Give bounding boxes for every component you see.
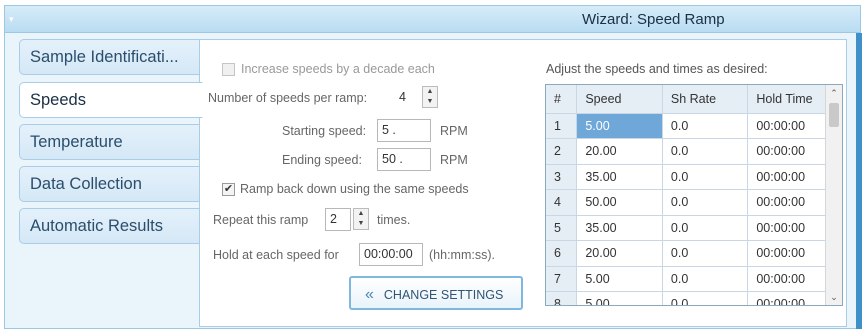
ending-speed-input[interactable]: 50 .	[377, 148, 431, 171]
hold-suffix: (hh:mm:ss).	[429, 248, 495, 262]
sh-rate-cell[interactable]: 0.0	[662, 240, 749, 267]
speed-cell[interactable]: 5.00	[576, 113, 663, 139]
sh-rate-cell[interactable]: 0.0	[662, 189, 749, 216]
table-row[interactable]: 2 20.00 0.0 00:00:00	[546, 138, 842, 165]
speed-cell[interactable]: 5.00	[576, 266, 663, 292]
table-row[interactable]: 4 50.00 0.0 00:00:00	[546, 189, 842, 216]
num-speeds-input[interactable]: 4	[394, 86, 420, 109]
window-title: Wizard: Speed Ramp	[582, 11, 725, 28]
repeat-label: Repeat this ramp	[213, 213, 309, 227]
repeat-input[interactable]: 2	[325, 208, 351, 231]
starting-speed-input[interactable]: 5 .	[377, 119, 431, 142]
ending-speed-label: Ending speed:	[282, 153, 362, 167]
hold-time-input[interactable]: 00:00:00	[359, 243, 423, 266]
table-row[interactable]: 1 5.00 0.0 00:00:00	[546, 113, 842, 139]
row-number-cell: 1	[546, 113, 578, 139]
tab-label: Data Collection	[30, 175, 142, 193]
num-speeds-stepper[interactable]: ▲ ▼	[422, 86, 438, 108]
scroll-down-icon[interactable]: ⌄	[826, 289, 842, 305]
sh-rate-cell[interactable]: 0.0	[662, 266, 749, 292]
speed-cell[interactable]: 35.00	[576, 164, 663, 190]
sh-rate-cell[interactable]: 0.0	[662, 291, 749, 305]
sh-rate-cell[interactable]: 0.0	[662, 113, 749, 139]
change-settings-label: CHANGE SETTINGS	[383, 288, 504, 302]
starting-speed-label: Starting speed:	[282, 124, 367, 138]
table-row[interactable]: 3 35.00 0.0 00:00:00	[546, 164, 842, 190]
title-bar: ▾ Wizard: Speed Ramp	[4, 5, 861, 33]
tab-label: Automatic Results	[30, 217, 163, 235]
speed-table: # Speed Sh Rate Hold Time 1 5.00 0.0 00:00:…	[545, 84, 843, 306]
ramp-back-checkbox[interactable]: ✔	[222, 183, 235, 196]
table-row[interactable]: 6 20.00 0.0 00:00:00	[546, 240, 842, 267]
ramp-back-label: Ramp back down using the same speeds	[240, 182, 469, 196]
row-number-cell: 7	[546, 266, 578, 292]
decade-checkbox-label: Increase speeds by a decade each	[241, 62, 435, 76]
row-number-cell: 5	[546, 215, 578, 241]
change-settings-button[interactable]: « CHANGE SETTINGS	[349, 276, 523, 310]
double-chevron-left-icon: «	[365, 286, 374, 303]
hold-label: Hold at each speed for	[213, 248, 339, 262]
column-header-number[interactable]: #	[546, 85, 578, 114]
table-header-row: # Speed Sh Rate Hold Time	[546, 85, 842, 114]
table-scrollbar[interactable]: ⌃ ⌄	[825, 85, 842, 305]
window-menu-icon[interactable]: ▾	[9, 15, 15, 24]
table-row[interactable]: 7 5.00 0.0 00:00:00	[546, 266, 842, 292]
speed-cell[interactable]: 35.00	[576, 215, 663, 241]
table-row[interactable]: 8 5.00 0.0 00:00:00	[546, 291, 842, 305]
wizard-window: ▾ Wizard: Speed Ramp Sample Identificati…	[0, 0, 868, 333]
row-number-cell: 6	[546, 240, 578, 267]
repeat-suffix: times.	[377, 213, 411, 227]
scroll-up-icon[interactable]: ⌃	[826, 85, 842, 101]
right-accent-strip	[856, 33, 862, 329]
speed-cell[interactable]: 20.00	[576, 240, 663, 267]
repeat-stepper[interactable]: ▲ ▼	[353, 208, 369, 230]
tab-automatic-results[interactable]: Automatic Results	[19, 208, 201, 244]
tab-label: Temperature	[30, 133, 123, 151]
num-speeds-label: Number of speeds per ramp:	[208, 91, 368, 105]
table-caption: Adjust the speeds and times as desired:	[546, 62, 768, 76]
scroll-thumb[interactable]	[829, 103, 839, 127]
row-number-cell: 3	[546, 164, 578, 190]
row-number-cell: 8	[546, 291, 578, 305]
column-header-sh-rate[interactable]: Sh Rate	[662, 85, 749, 114]
ending-speed-unit: RPM	[440, 153, 468, 167]
table-row[interactable]: 5 35.00 0.0 00:00:00	[546, 215, 842, 241]
tab-data-collection[interactable]: Data Collection	[19, 166, 201, 202]
speed-cell[interactable]: 5.00	[576, 291, 663, 305]
row-number-cell: 4	[546, 189, 578, 216]
sh-rate-cell[interactable]: 0.0	[662, 164, 749, 190]
tab-sample-identification[interactable]: Sample Identificati...	[19, 39, 201, 75]
column-header-speed[interactable]: Speed	[576, 85, 663, 114]
starting-speed-unit: RPM	[440, 124, 468, 138]
speed-cell[interactable]: 20.00	[576, 138, 663, 165]
tab-label: Speeds	[30, 91, 86, 109]
speed-cell[interactable]: 50.00	[576, 189, 663, 216]
tab-temperature[interactable]: Temperature	[19, 124, 201, 160]
sh-rate-cell[interactable]: 0.0	[662, 215, 749, 241]
tab-label: Sample Identificati...	[30, 48, 179, 66]
sh-rate-cell[interactable]: 0.0	[662, 138, 749, 165]
decade-checkbox[interactable]	[222, 63, 235, 76]
tab-speeds[interactable]: Speeds	[19, 82, 203, 118]
row-number-cell: 2	[546, 138, 578, 165]
